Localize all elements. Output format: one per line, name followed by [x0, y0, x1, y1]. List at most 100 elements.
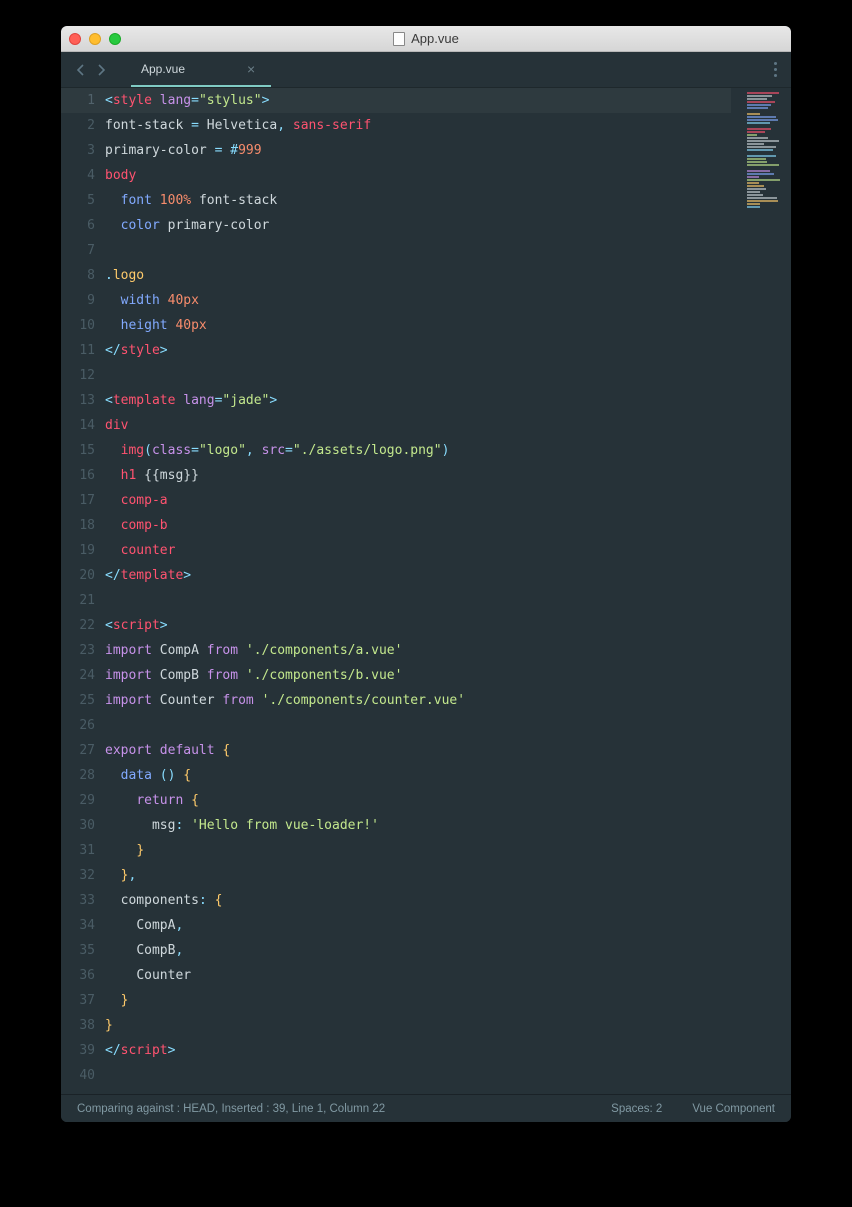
line-number: 38	[61, 1013, 95, 1038]
code-line[interactable]: height 40px	[105, 313, 731, 338]
line-number: 5	[61, 188, 95, 213]
line-number: 25	[61, 688, 95, 713]
line-number: 7	[61, 238, 95, 263]
line-number: 26	[61, 713, 95, 738]
code-line[interactable]: <template lang="jade">	[105, 388, 731, 413]
code-line[interactable]: Counter	[105, 963, 731, 988]
line-number: 32	[61, 863, 95, 888]
line-number: 29	[61, 788, 95, 813]
code-line[interactable]: </script>	[105, 1038, 731, 1063]
line-number: 8	[61, 263, 95, 288]
line-number: 37	[61, 988, 95, 1013]
nav-forward-button[interactable]	[91, 60, 111, 80]
close-tab-icon[interactable]: ×	[245, 59, 257, 79]
line-number: 27	[61, 738, 95, 763]
code-line[interactable]: width 40px	[105, 288, 731, 313]
line-number: 13	[61, 388, 95, 413]
code-area[interactable]: <style lang="stylus">font-stack = Helvet…	[105, 88, 791, 1094]
line-number: 31	[61, 838, 95, 863]
line-number: 21	[61, 588, 95, 613]
code-line[interactable]: msg: 'Hello from vue-loader!'	[105, 813, 731, 838]
line-number: 35	[61, 938, 95, 963]
minimap[interactable]	[747, 92, 787, 209]
code-line[interactable]: import CompB from './components/b.vue'	[105, 663, 731, 688]
code-line[interactable]: comp-b	[105, 513, 731, 538]
line-number: 2	[61, 113, 95, 138]
code-line[interactable]: div	[105, 413, 731, 438]
titlebar: App.vue	[61, 26, 791, 52]
minimize-window-button[interactable]	[89, 33, 101, 45]
code-line[interactable]	[105, 588, 731, 613]
line-number: 19	[61, 538, 95, 563]
code-line[interactable]: components: {	[105, 888, 731, 913]
code-line[interactable]: comp-a	[105, 488, 731, 513]
file-icon	[393, 32, 405, 46]
traffic-lights	[69, 33, 121, 45]
window-title: App.vue	[61, 31, 791, 46]
code-line[interactable]: export default {	[105, 738, 731, 763]
line-number: 33	[61, 888, 95, 913]
tab-label: App.vue	[141, 62, 185, 76]
line-number: 14	[61, 413, 95, 438]
code-line[interactable]	[105, 238, 731, 263]
code-line[interactable]: body	[105, 163, 731, 188]
line-number: 4	[61, 163, 95, 188]
code-line[interactable]: font 100% font-stack	[105, 188, 731, 213]
line-number: 22	[61, 613, 95, 638]
code-line[interactable]: import Counter from './components/counte…	[105, 688, 731, 713]
code-line[interactable]: import CompA from './components/a.vue'	[105, 638, 731, 663]
code-line[interactable]: h1 {{msg}}	[105, 463, 731, 488]
code-line[interactable]: </template>	[105, 563, 731, 588]
line-number: 6	[61, 213, 95, 238]
code-line[interactable]: CompB,	[105, 938, 731, 963]
tab-app-vue[interactable]: App.vue ×	[131, 52, 271, 87]
editor-window: App.vue App.vue × 1234567891011121314151…	[61, 26, 791, 1122]
line-number: 17	[61, 488, 95, 513]
code-line[interactable]: </style>	[105, 338, 731, 363]
code-line[interactable]: }	[105, 988, 731, 1013]
line-number: 12	[61, 363, 95, 388]
close-window-button[interactable]	[69, 33, 81, 45]
more-options-icon[interactable]	[774, 62, 777, 77]
code-line[interactable]: img(class="logo", src="./assets/logo.png…	[105, 438, 731, 463]
status-left: Comparing against : HEAD, Inserted : 39,…	[77, 1103, 385, 1115]
code-line[interactable]: counter	[105, 538, 731, 563]
code-line[interactable]: return {	[105, 788, 731, 813]
line-number: 18	[61, 513, 95, 538]
code-line[interactable]: },	[105, 863, 731, 888]
code-line[interactable]: color primary-color	[105, 213, 731, 238]
line-number: 28	[61, 763, 95, 788]
line-number: 16	[61, 463, 95, 488]
line-number: 40	[61, 1063, 95, 1088]
nav-back-button[interactable]	[71, 60, 91, 80]
code-line[interactable]	[105, 713, 731, 738]
code-line[interactable]: }	[105, 1013, 731, 1038]
line-number-gutter: 1234567891011121314151617181920212223242…	[61, 88, 105, 1094]
zoom-window-button[interactable]	[109, 33, 121, 45]
line-number: 10	[61, 313, 95, 338]
code-line[interactable]: CompA,	[105, 913, 731, 938]
code-line[interactable]	[105, 1063, 731, 1088]
line-number: 34	[61, 913, 95, 938]
code-editor[interactable]: 1234567891011121314151617181920212223242…	[61, 88, 791, 1094]
code-line[interactable]: <script>	[105, 613, 731, 638]
code-line[interactable]: }	[105, 838, 731, 863]
code-line[interactable]: .logo	[105, 263, 731, 288]
line-number: 23	[61, 638, 95, 663]
line-number: 3	[61, 138, 95, 163]
line-number: 11	[61, 338, 95, 363]
line-number: 20	[61, 563, 95, 588]
code-line[interactable]: <style lang="stylus">	[61, 88, 731, 113]
code-line[interactable]: font-stack = Helvetica, sans-serif	[105, 113, 731, 138]
line-number: 9	[61, 288, 95, 313]
code-line[interactable]	[105, 363, 731, 388]
line-number: 36	[61, 963, 95, 988]
code-line[interactable]: data () {	[105, 763, 731, 788]
status-bar: Comparing against : HEAD, Inserted : 39,…	[61, 1094, 791, 1122]
status-indent[interactable]: Spaces: 2	[611, 1103, 662, 1115]
line-number: 24	[61, 663, 95, 688]
tab-bar: App.vue ×	[61, 52, 791, 88]
window-title-text: App.vue	[411, 31, 459, 46]
code-line[interactable]: primary-color = #999	[105, 138, 731, 163]
status-language[interactable]: Vue Component	[692, 1103, 775, 1115]
